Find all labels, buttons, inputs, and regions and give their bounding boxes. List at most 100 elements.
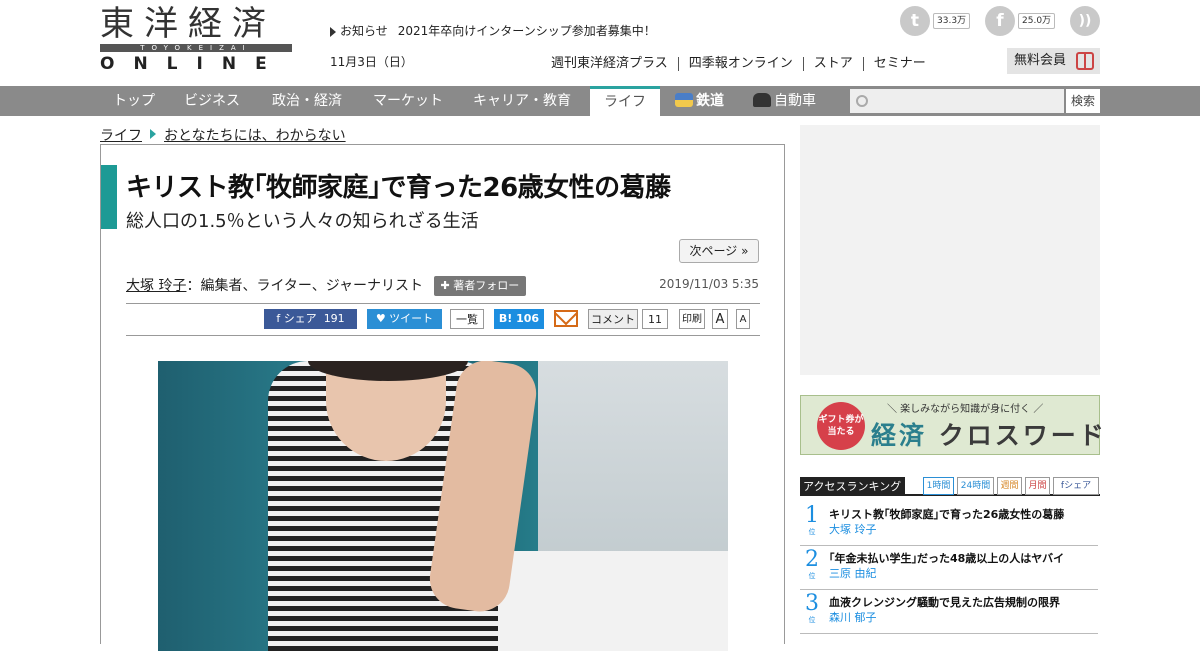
twitter-bird-icon: ♥: [375, 312, 390, 325]
site-logo[interactable]: 東洋経済 TOYOKEIZAI ONLINE: [100, 6, 292, 74]
search-icon: [856, 95, 868, 107]
tab-share[interactable]: fシェア: [1053, 477, 1099, 495]
tab-1hour[interactable]: 1時間: [923, 477, 954, 495]
share-toolbar: f シェア 191 ♥ ツイート 一覧 B! 106 コメント 11 印刷 A …: [264, 309, 764, 329]
tweet-label: ツイート: [389, 312, 434, 325]
free-member-button[interactable]: 無料会員: [1007, 48, 1100, 74]
ranking-item-author[interactable]: 大塚 玲子: [829, 521, 877, 537]
nav-item-life[interactable]: ライフ: [590, 86, 660, 116]
nav-item-market[interactable]: マーケット: [373, 86, 443, 116]
person-plus-icon: ✚: [440, 279, 454, 292]
facebook-share-button[interactable]: f シェア 191: [264, 309, 357, 329]
article-main: キリスト教｢牧師家庭｣で育った26歳女性の葛藤 総人口の1.5％という人々の知ら…: [100, 144, 785, 651]
author-row: 大塚 玲子：編集者、ライター、ジャーナリスト ✚ 著者フォロー: [126, 275, 527, 296]
nav-item-top[interactable]: トップ: [113, 86, 155, 116]
train-icon: [675, 93, 693, 107]
ranking-item-title[interactable]: ｢年金未払い学生｣だった48歳以上の人はヤバイ: [829, 550, 1064, 566]
banner-brand: 経済 クロスワード: [871, 416, 1107, 452]
search-button[interactable]: 検索: [1066, 89, 1100, 113]
author-follow-button[interactable]: ✚ 著者フォロー: [433, 276, 527, 296]
ranking-item[interactable]: 2位 ｢年金未払い学生｣だった48歳以上の人はヤバイ 三原 由紀: [800, 546, 1098, 590]
print-button[interactable]: 印刷: [679, 309, 705, 329]
ranking-title: アクセスランキング: [800, 477, 905, 496]
triangle-right-icon: [330, 26, 336, 37]
breadcrumb-category[interactable]: ライフ: [100, 128, 142, 144]
banner-brand-b: クロスワード: [938, 421, 1107, 450]
site-header: 東洋経済 TOYOKEIZAI ONLINE お知らせ 2021年卒向けインターン…: [0, 0, 1200, 86]
nav-item-automobile[interactable]: 自動車: [753, 86, 816, 116]
ranking-item-author[interactable]: 三原 由紀: [829, 565, 877, 581]
tab-share-label: シェア: [1064, 481, 1092, 491]
twitter-follower-count: 33.3万: [933, 13, 971, 29]
facebook-like-count: 25.0万: [1018, 13, 1056, 29]
author-follow-label: 著者フォロー: [453, 279, 520, 292]
comment-button[interactable]: コメント: [588, 309, 638, 329]
divider: [126, 303, 760, 304]
logo-online: ONLINE: [100, 54, 286, 74]
hatena-bookmark-button[interactable]: B! 106: [494, 309, 544, 329]
article-title: キリスト教｢牧師家庭｣で育った26歳女性の葛藤: [126, 173, 671, 203]
facebook-share-count: 191: [323, 312, 345, 325]
divider: [126, 335, 760, 336]
rank-number: 3位: [805, 591, 819, 625]
mail-icon[interactable]: [554, 310, 578, 327]
crossword-banner[interactable]: ギフト券が当たる ＼ 楽しみながら知識が身に付く ／ 経済 クロスワード: [800, 395, 1104, 455]
social-follow-group: t 33.3万 f 25.0万 )): [900, 6, 1100, 36]
global-nav: トップ ビジネス 政治・経済 マーケット キャリア・教育 ライフ 鉄道 自動車 …: [0, 86, 1200, 116]
link-shikiho[interactable]: 四季報オンライン: [689, 56, 793, 71]
ranking-item-author[interactable]: 森川 郁子: [829, 609, 877, 625]
ranking-item[interactable]: 1位 キリスト教｢牧師家庭｣で育った26歳女性の葛藤 大塚 玲子: [800, 502, 1098, 546]
nav-item-business[interactable]: ビジネス: [184, 86, 240, 116]
search-input[interactable]: [850, 89, 1064, 113]
article-subtitle: 総人口の1.5％という人々の知られざる生活: [126, 211, 479, 232]
comment-count: 11: [642, 309, 668, 329]
service-links: 週刊東洋経済プラス 四季報オンライン ストア セミナー: [551, 52, 926, 71]
tab-monthly[interactable]: 月間: [1025, 477, 1050, 495]
link-store[interactable]: ストア: [814, 56, 853, 71]
tweet-button[interactable]: ♥ ツイート: [367, 309, 442, 329]
nav-item-politics-economy[interactable]: 政治・経済: [272, 86, 342, 116]
link-seminar[interactable]: セミナー: [874, 56, 926, 71]
advertisement[interactable]: [800, 125, 1100, 375]
font-size-small-button[interactable]: A: [736, 309, 750, 329]
tweet-list-button[interactable]: 一覧: [450, 309, 484, 329]
nav-item-career[interactable]: キャリア・教育: [473, 86, 571, 116]
ranking-item-title[interactable]: 血液クレンジング騒動で見えた広告規制の限界: [829, 594, 1060, 610]
link-weekly-plus[interactable]: 週刊東洋経済プラス: [551, 56, 668, 71]
free-member-label: 無料会員: [1014, 53, 1067, 68]
hatena-count: 106: [516, 312, 540, 325]
author-name[interactable]: 大塚 玲子: [126, 278, 186, 294]
logo-band: TOYOKEIZAI: [100, 44, 292, 52]
access-ranking: アクセスランキング 1時間 24時間 週間 月間 fシェア 1位 キリスト教｢牧…: [800, 477, 1100, 637]
font-size-large-button[interactable]: A: [712, 309, 728, 329]
breadcrumb: ライフ おとなたちには、わからない: [100, 125, 346, 145]
twitter-icon[interactable]: t: [900, 6, 930, 36]
nav-item-railway[interactable]: 鉄道: [675, 86, 724, 116]
next-page-button[interactable]: 次ページ »: [679, 239, 759, 263]
banner-brand-a: 経済: [871, 421, 928, 450]
notice-label: お知らせ: [340, 24, 388, 38]
hatena-icon: B!: [498, 312, 517, 325]
facebook-icon: f: [276, 312, 284, 325]
article-photo: [158, 361, 728, 651]
facebook-icon[interactable]: f: [985, 6, 1015, 36]
notice-bar[interactable]: お知らせ 2021年卒向けインターンシップ参加者募集中！: [330, 22, 656, 39]
ranking-item[interactable]: 3位 血液クレンジング騒動で見えた広告規制の限界 森川 郁子: [800, 590, 1098, 634]
nav-item-railway-label: 鉄道: [696, 93, 724, 109]
car-icon: [753, 93, 771, 107]
ranking-item-title[interactable]: キリスト教｢牧師家庭｣で育った26歳女性の葛藤: [829, 506, 1064, 522]
title-accent-bar: [101, 165, 117, 229]
gift-card-badge: ギフト券が当たる: [817, 402, 865, 450]
current-date: 11月3日（日）: [330, 55, 413, 69]
nav-item-automobile-label: 自動車: [774, 93, 816, 109]
chevron-right-icon: [150, 129, 156, 139]
breadcrumb-series[interactable]: おとなたちには、わからない: [164, 128, 346, 144]
rss-icon[interactable]: )): [1070, 6, 1100, 36]
ranking-header: アクセスランキング 1時間 24時間 週間 月間 fシェア: [800, 477, 1100, 496]
gift-icon: [1076, 52, 1094, 70]
tab-24hours[interactable]: 24時間: [957, 477, 994, 495]
publish-date: 2019/11/03 5:35: [659, 277, 759, 291]
notice-text[interactable]: 2021年卒向けインターンシップ参加者募集中！: [398, 24, 656, 38]
facebook-share-label: シェア: [283, 312, 317, 325]
tab-weekly[interactable]: 週間: [997, 477, 1022, 495]
